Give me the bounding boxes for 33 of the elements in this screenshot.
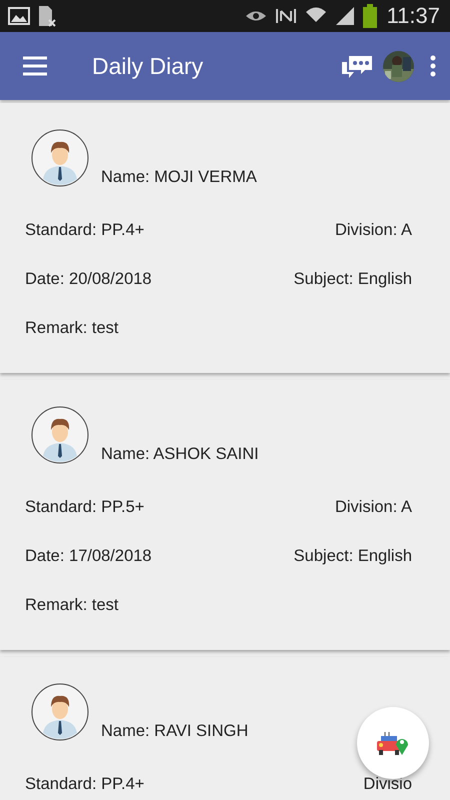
- remark-label: Remark: test: [25, 319, 119, 338]
- standard-label: Standard: PP.5+: [25, 498, 144, 517]
- avatar-icon: [31, 129, 89, 187]
- mute-icon: [274, 6, 297, 26]
- subject-label: Subject: English: [294, 547, 412, 566]
- diary-card[interactable]: Name: RAVI SINGH Standard: PP.4+ Divisio: [0, 657, 450, 800]
- more-options-icon[interactable]: [430, 55, 436, 77]
- division-label: Division: A: [334, 221, 412, 240]
- standard-label: Standard: PP.4+: [25, 775, 144, 794]
- signal-icon: [334, 6, 355, 26]
- diary-card[interactable]: Name: ASHOK SAINI Standard: PP.5+ Division: A Date: 17/08/2018 Subject: English Remark: test: [0, 380, 450, 650]
- chat-icon[interactable]: [341, 53, 373, 79]
- eye-icon: [244, 9, 267, 23]
- remark-label: Remark: test: [25, 596, 119, 615]
- battery-icon: [362, 4, 377, 28]
- standard-label: Standard: PP.4+: [25, 221, 144, 240]
- screen-title: Daily Diary: [92, 52, 204, 80]
- avatar-icon: [31, 683, 89, 741]
- image-icon: [8, 7, 30, 25]
- avatar-icon: [31, 406, 89, 464]
- division-label: Divisio: [363, 775, 412, 794]
- student-name: Name: ASHOK SAINI: [101, 445, 259, 464]
- subject-label: Subject: English: [294, 270, 412, 289]
- diary-card[interactable]: Name: MOJI VERMA Standard: PP.4+ Division: A Date: 20/08/2018 Subject: English Remark: test: [0, 103, 450, 373]
- date-label: Date: 20/08/2018: [25, 270, 152, 289]
- car-location-icon: [375, 730, 411, 756]
- student-name: Name: RAVI SINGH: [101, 722, 248, 741]
- sim-card-icon: [38, 5, 56, 27]
- date-label: Date: 17/08/2018: [25, 547, 152, 566]
- student-name: Name: MOJI VERMA: [101, 168, 257, 187]
- menu-icon[interactable]: [22, 56, 48, 76]
- status-time: 11:37: [386, 3, 440, 29]
- division-label: Division: A: [334, 498, 412, 517]
